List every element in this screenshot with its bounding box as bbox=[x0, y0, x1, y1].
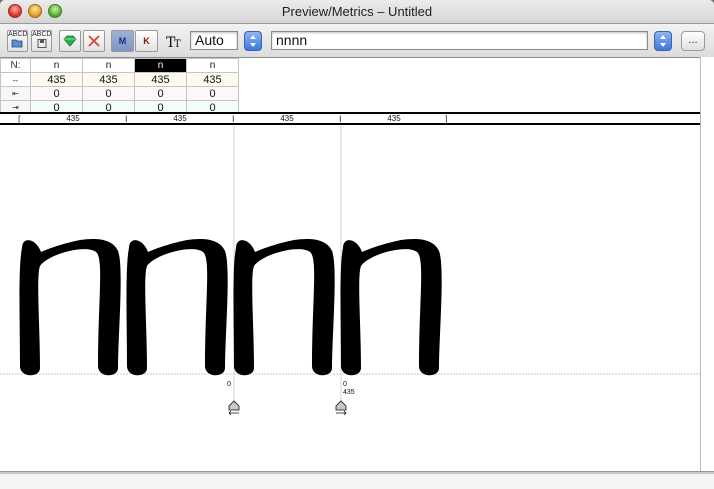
toolbar: ABCD ABCD M K TT Auto nnnn ... bbox=[0, 24, 714, 58]
left-marker-value: 0 bbox=[227, 381, 231, 388]
svg-text:T: T bbox=[174, 39, 181, 49]
ruler-width-label: 435 bbox=[280, 114, 294, 123]
preview-text-field[interactable]: nnnn bbox=[271, 31, 648, 50]
right-marker-width: 435 bbox=[343, 389, 355, 396]
lsb-cell[interactable]: 0 bbox=[134, 86, 187, 101]
status-strip bbox=[0, 474, 714, 489]
red-x-icon bbox=[84, 35, 104, 50]
kerning-mode-button[interactable]: K bbox=[135, 30, 158, 52]
title-bar[interactable]: Preview/Metrics – Untitled bbox=[0, 0, 714, 24]
lsb-cell[interactable]: 0 bbox=[82, 86, 135, 101]
ruler-divider: I bbox=[125, 114, 128, 124]
metrics-mode-button[interactable]: M bbox=[111, 30, 134, 52]
right-marker-value: 0 bbox=[343, 381, 347, 388]
text-size-icon: TT bbox=[166, 33, 184, 52]
metrics-table: N: n n n n ↔ 435 435 435 435 ⇤ 0 0 0 0 ⇥… bbox=[0, 58, 239, 115]
ruler-divider: I bbox=[339, 114, 342, 124]
metrics-mode-label: M bbox=[118, 36, 127, 46]
apply-button[interactable] bbox=[59, 30, 81, 52]
folder-open-icon bbox=[8, 39, 27, 51]
glyph-n-selected[interactable] bbox=[233, 239, 335, 376]
glyph-cell[interactable]: n bbox=[186, 58, 239, 73]
save-label: ABCD bbox=[32, 31, 52, 38]
open-font-label: ABCD bbox=[8, 31, 28, 38]
ruler-end-bracket: ] bbox=[445, 114, 448, 124]
ruler-divider: I bbox=[232, 114, 235, 124]
glyph-cell[interactable]: n bbox=[82, 58, 135, 73]
width-cell[interactable]: 435 bbox=[134, 72, 187, 87]
right-sidebearing-marker[interactable]: 0 435 bbox=[335, 381, 355, 416]
lsb-cell[interactable]: 0 bbox=[30, 86, 83, 101]
glyph-n[interactable] bbox=[19, 239, 121, 376]
ruler-width-label: 435 bbox=[66, 114, 80, 123]
text-history-stepper[interactable] bbox=[654, 31, 672, 51]
width-cell[interactable]: 435 bbox=[82, 72, 135, 87]
ruler-width-label: 435 bbox=[173, 114, 187, 123]
lsb-cell[interactable]: 0 bbox=[186, 86, 239, 101]
right-marker-handle-icon bbox=[335, 400, 347, 411]
width-cell[interactable]: 435 bbox=[30, 72, 83, 87]
glyph-cell[interactable]: n bbox=[30, 58, 83, 73]
glyph-cell-selected[interactable]: n bbox=[134, 58, 187, 73]
left-marker-arrow-icon bbox=[228, 410, 239, 416]
width-row-icon: ↔ bbox=[0, 72, 31, 87]
save-button[interactable]: ABCD bbox=[31, 30, 52, 52]
vertical-scrollbar[interactable] bbox=[700, 57, 714, 473]
kerning-mode-label: K bbox=[143, 36, 150, 46]
left-sidebearing-row-icon: ⇤ bbox=[0, 86, 31, 101]
glyph-preview-canvas[interactable]: 0 0 435 bbox=[0, 126, 700, 471]
save-icon bbox=[32, 39, 51, 51]
left-sidebearing-marker[interactable]: 0 bbox=[227, 381, 240, 416]
glyph-n[interactable] bbox=[340, 239, 442, 376]
right-marker-arrow-icon bbox=[336, 410, 347, 416]
clear-button[interactable] bbox=[83, 30, 105, 52]
size-field[interactable]: Auto bbox=[190, 31, 238, 50]
ruler-width-label: 435 bbox=[387, 114, 401, 123]
width-cell[interactable]: 435 bbox=[186, 72, 239, 87]
window-title: Preview/Metrics – Untitled bbox=[281, 4, 433, 19]
metrics-ruler: [ 435 I 435 I 435 I 435 ] bbox=[0, 112, 700, 125]
open-font-button[interactable]: ABCD bbox=[7, 30, 28, 52]
left-marker-handle-icon bbox=[228, 400, 240, 411]
glyph-row-header: N: bbox=[0, 58, 31, 73]
size-stepper[interactable] bbox=[244, 31, 262, 51]
more-options-button[interactable]: ... bbox=[681, 31, 705, 51]
ruler-start-bracket: [ bbox=[18, 114, 21, 124]
green-gem-icon bbox=[60, 35, 80, 50]
preview-metrics-window: Preview/Metrics – Untitled ABCD ABCD M K… bbox=[0, 0, 714, 489]
glyph-n[interactable] bbox=[126, 239, 228, 376]
